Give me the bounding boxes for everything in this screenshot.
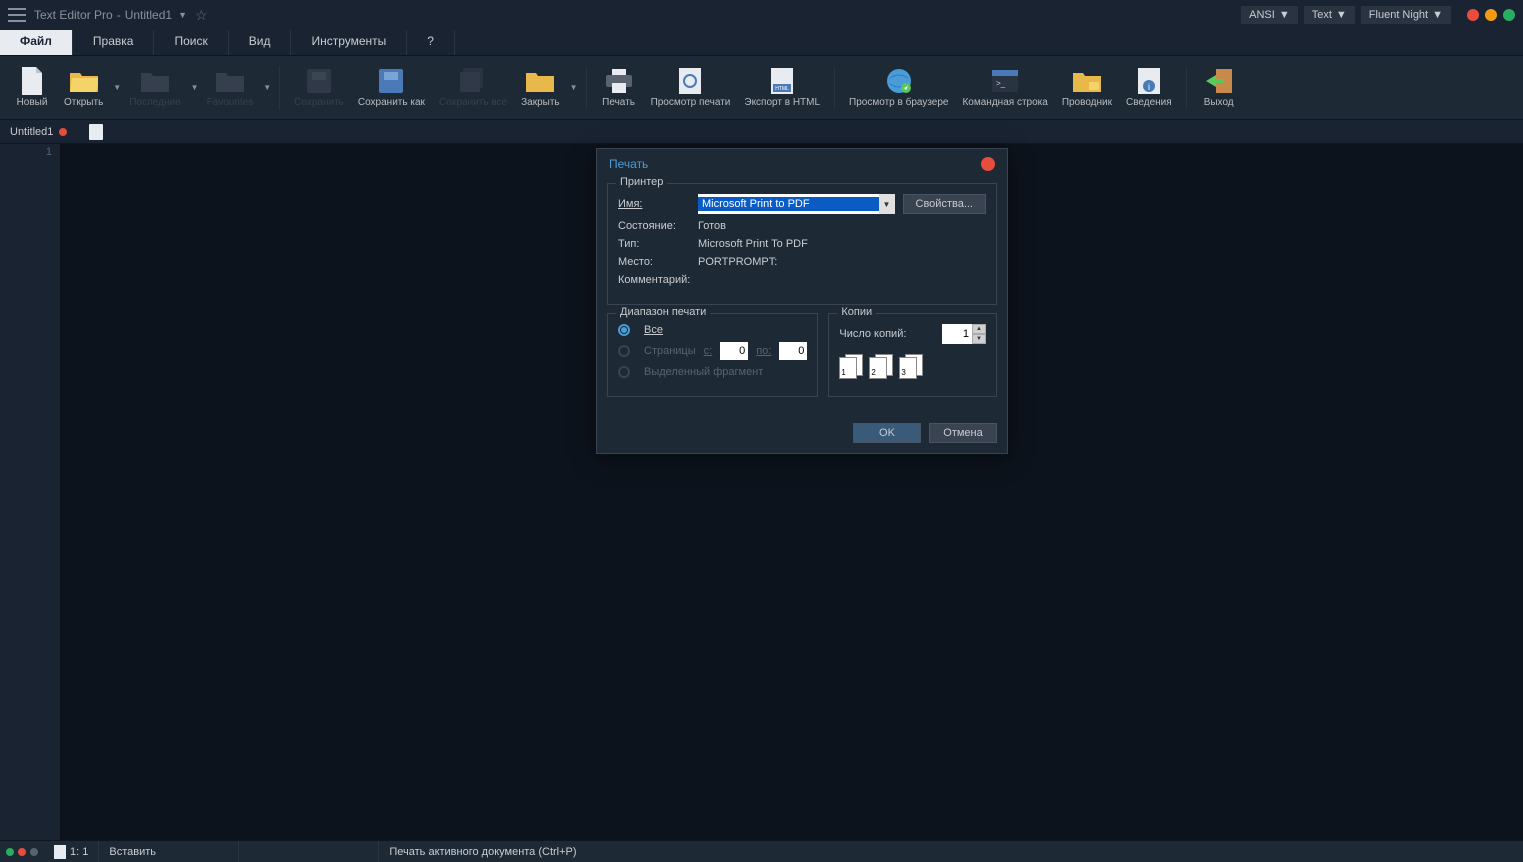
ribbon-recent: Последние	[123, 65, 186, 110]
menu-tab-tools[interactable]: Инструменты	[291, 30, 407, 55]
printer-name-label: Имя:	[618, 198, 690, 210]
pages-from-input[interactable]	[720, 342, 748, 360]
radio-selection[interactable]	[618, 366, 630, 378]
minimize-window-icon[interactable]	[1485, 9, 1497, 21]
svg-text:>_: >_	[996, 79, 1006, 88]
status-indicators	[0, 848, 44, 856]
spinner-down-icon[interactable]: ▼	[972, 334, 986, 344]
ribbon-close[interactable]: Закрыть	[515, 65, 566, 110]
chevron-down-icon[interactable]: ▼	[191, 83, 199, 92]
titlebar-text: Text Editor Pro - Untitled1 ▼	[34, 8, 187, 22]
doc-name[interactable]: Untitled1	[125, 8, 172, 22]
dialog-title-text: Печать	[609, 157, 648, 171]
printer-properties-button[interactable]: Свойства...	[903, 194, 986, 214]
globe-icon	[885, 67, 913, 95]
explorer-icon	[1073, 67, 1101, 95]
favourites-folder-icon	[216, 67, 244, 95]
theme-dropdown[interactable]: Fluent Night▼	[1361, 6, 1451, 24]
ribbon-save-all: Сохранить все	[433, 65, 513, 110]
menu-tab-search[interactable]: Поиск	[154, 30, 228, 55]
status-mode[interactable]: Вставить	[99, 841, 239, 862]
printer-status: Готов	[698, 220, 726, 232]
printer-name-select[interactable]: Microsoft Print to PDF ▼	[698, 194, 895, 214]
pages-to-input[interactable]	[779, 342, 807, 360]
doc-tab[interactable]: Untitled1	[0, 123, 77, 141]
ribbon-explorer[interactable]: Проводник	[1056, 65, 1118, 110]
printer-icon	[605, 67, 633, 95]
document-tabs: Untitled1	[0, 120, 1523, 144]
collate-icon: 11 22 33	[839, 354, 986, 380]
chevron-down-icon[interactable]: ▼	[570, 83, 578, 92]
close-window-icon[interactable]	[1467, 9, 1479, 21]
ribbon-cmd[interactable]: >_ Командная строка	[956, 65, 1053, 110]
ribbon-save: Сохранить	[288, 65, 350, 110]
status-hint: Печать активного документа (Ctrl+P)	[379, 841, 1523, 862]
format-dropdown[interactable]: Text▼	[1304, 6, 1355, 24]
chevron-down-icon[interactable]: ▼	[879, 194, 895, 214]
ribbon-exit[interactable]: Выход	[1195, 65, 1243, 110]
save-icon	[305, 67, 333, 95]
spinner-up-icon[interactable]: ▲	[972, 324, 986, 334]
open-folder-icon	[70, 67, 98, 95]
titlebar: Text Editor Pro - Untitled1 ▼ ☆ ANSI▼ Te…	[0, 0, 1523, 30]
info-icon: i	[1135, 67, 1163, 95]
radio-pages[interactable]	[618, 345, 630, 357]
menu-bar: Файл Правка Поиск Вид Инструменты ?	[0, 30, 1523, 56]
maximize-window-icon[interactable]	[1503, 9, 1515, 21]
dialog-close-icon[interactable]	[981, 157, 995, 171]
hamburger-menu-icon[interactable]	[8, 8, 26, 22]
status-spacer	[239, 841, 379, 862]
ribbon-print[interactable]: Печать	[595, 65, 643, 110]
ribbon-info[interactable]: i Сведения	[1120, 65, 1178, 110]
save-all-icon	[459, 67, 487, 95]
chevron-down-icon[interactable]: ▼	[263, 83, 271, 92]
html-export-icon: HTML	[768, 67, 796, 95]
ribbon-save-as[interactable]: Сохранить как	[352, 65, 431, 110]
line-gutter: 1	[0, 144, 60, 840]
ok-button[interactable]: OK	[853, 423, 921, 443]
menu-tab-edit[interactable]: Правка	[73, 30, 155, 55]
printer-type: Microsoft Print To PDF	[698, 238, 808, 250]
copies-spinner[interactable]: ▲▼	[942, 324, 986, 344]
ribbon: Новый Открыть ▼ Последние ▼ Favourites ▼…	[0, 56, 1523, 120]
cancel-button[interactable]: Отмена	[929, 423, 997, 443]
ribbon-favourites: Favourites	[201, 65, 260, 110]
modified-indicator-icon	[59, 128, 67, 136]
close-folder-icon	[526, 67, 554, 95]
menu-tab-view[interactable]: Вид	[229, 30, 292, 55]
line-number: 1	[2, 146, 52, 158]
chevron-down-icon[interactable]: ▼	[113, 83, 121, 92]
ribbon-print-preview[interactable]: Просмотр печати	[645, 65, 737, 110]
svg-text:i: i	[1148, 82, 1150, 92]
new-file-icon	[18, 67, 46, 95]
ribbon-browser[interactable]: Просмотр в браузере	[843, 65, 954, 110]
status-doc-icon[interactable]: 1: 1	[44, 841, 99, 862]
range-fieldset: Диапазон печати Все Страницы с: по: Выде…	[607, 313, 818, 397]
doc-icon[interactable]	[89, 124, 103, 140]
favorite-star-icon[interactable]: ☆	[195, 7, 208, 24]
copies-fieldset: Копии Число копий: ▲▼ 11 22 33	[828, 313, 997, 397]
radio-all[interactable]	[618, 324, 630, 336]
printer-where: PORTPROMPT:	[698, 256, 777, 268]
encoding-dropdown[interactable]: ANSI▼	[1241, 6, 1298, 24]
recent-folder-icon	[141, 67, 169, 95]
ribbon-open[interactable]: Открыть	[58, 65, 109, 110]
chevron-down-icon[interactable]: ▼	[178, 10, 187, 20]
app-name: Text Editor Pro	[34, 8, 113, 22]
dialog-titlebar[interactable]: Печать	[597, 149, 1007, 179]
exit-icon	[1205, 67, 1233, 95]
ribbon-new[interactable]: Новый	[8, 65, 56, 110]
terminal-icon: >_	[991, 67, 1019, 95]
svg-text:HTML: HTML	[775, 86, 789, 92]
ribbon-export-html[interactable]: HTML Экспорт в HTML	[738, 65, 826, 110]
menu-tab-file[interactable]: Файл	[0, 30, 73, 55]
window-controls	[1467, 9, 1515, 21]
save-as-icon	[377, 67, 405, 95]
status-bar: 1: 1 Вставить Печать активного документа…	[0, 840, 1523, 862]
print-preview-icon	[676, 67, 704, 95]
printer-fieldset: Принтер Имя: Microsoft Print to PDF ▼ Св…	[607, 183, 997, 305]
print-dialog: Печать Принтер Имя: Microsoft Print to P…	[596, 148, 1008, 454]
menu-tab-help[interactable]: ?	[407, 30, 455, 55]
